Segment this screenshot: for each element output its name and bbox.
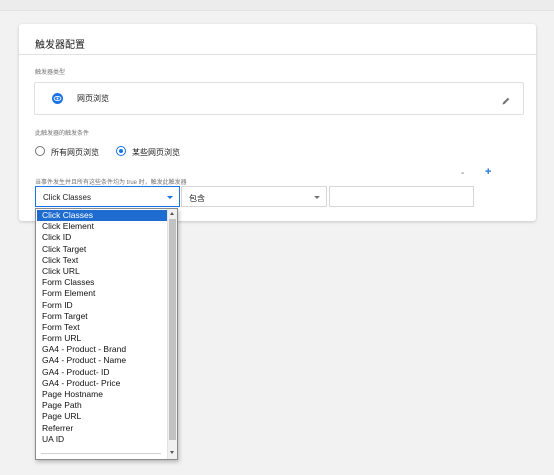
- dropdown-option[interactable]: Click Target: [37, 244, 169, 255]
- dropdown-option[interactable]: Click Element: [37, 221, 169, 232]
- dropdown-option[interactable]: Page URL: [37, 411, 169, 422]
- operator-select-value: 包含: [189, 194, 205, 203]
- divider: [19, 54, 536, 55]
- dropdown-option[interactable]: Click Classes: [37, 210, 169, 222]
- operator-select[interactable]: 包含: [181, 186, 327, 207]
- scroll-thumb[interactable]: [169, 219, 176, 440]
- radio-all-pageviews[interactable]: [35, 146, 45, 156]
- top-bar: [0, 0, 554, 11]
- dropdown-option[interactable]: Click URL: [37, 266, 169, 277]
- dropdown-option[interactable]: Click ID: [37, 232, 169, 243]
- radio-all-label: 所有网页浏览: [51, 148, 99, 157]
- card-title: 触发器配置: [35, 40, 85, 51]
- dropdown-option[interactable]: Form URL: [37, 333, 169, 344]
- trigger-type-name: 网页浏览: [77, 94, 109, 103]
- dropdown-option[interactable]: GA4 - Product- ID: [37, 367, 169, 378]
- dropdown-option[interactable]: Click Text: [37, 255, 169, 266]
- dropdown-option[interactable]: Referrer: [37, 423, 169, 434]
- scroll-up-arrow-icon[interactable]: [170, 212, 174, 215]
- radio-some-label: 某些网页浏览: [132, 148, 180, 157]
- scroll-down-arrow-icon[interactable]: [170, 451, 174, 454]
- variable-select-value: Click Classes: [43, 193, 92, 202]
- dropdown-option[interactable]: UA ID: [37, 434, 169, 445]
- dropdown-options: Click Classes Click Element Click ID Click …: [37, 210, 169, 445]
- eye-icon: [52, 93, 63, 104]
- chevron-down-icon: [314, 196, 320, 199]
- dropdown-option[interactable]: GA4 - Product - Name: [37, 355, 169, 366]
- dropdown-option[interactable]: Page Path: [37, 400, 169, 411]
- variable-dropdown-list[interactable]: Click Classes Click Element Click ID Click …: [35, 208, 178, 460]
- remove-condition-button[interactable]: -: [461, 168, 464, 179]
- variable-select[interactable]: Click Classes: [35, 186, 180, 207]
- pencil-icon[interactable]: [501, 93, 511, 111]
- dropdown-option[interactable]: Page Hostname: [37, 389, 169, 400]
- dropdown-option[interactable]: Form ID: [37, 300, 169, 311]
- trigger-condition-label: 此触发器的触发条件: [35, 131, 90, 137]
- dropdown-option[interactable]: Form Element: [37, 288, 169, 299]
- radio-some-pageviews[interactable]: [116, 146, 126, 156]
- dropdown-option[interactable]: GA4 - Product- Price: [37, 378, 169, 389]
- dropdown-option[interactable]: GA4 - Product - Brand: [37, 344, 169, 355]
- dropdown-option[interactable]: Form Classes: [37, 277, 169, 288]
- chevron-down-icon: [167, 196, 173, 199]
- add-condition-button[interactable]: +: [485, 166, 491, 178]
- dropdown-option[interactable]: Form Target: [37, 311, 169, 322]
- trigger-type-label: 触发器类型: [35, 70, 66, 76]
- dropdown-separator: [41, 453, 161, 454]
- rule-label: 当事件发生并且所有这些条件均为 true 时，触发此触发器: [35, 180, 187, 186]
- trigger-type-box[interactable]: 网页浏览: [34, 82, 524, 115]
- dropdown-option[interactable]: Form Text: [37, 322, 169, 333]
- dropdown-scrollbar[interactable]: [167, 209, 177, 459]
- condition-value-input[interactable]: [329, 186, 474, 207]
